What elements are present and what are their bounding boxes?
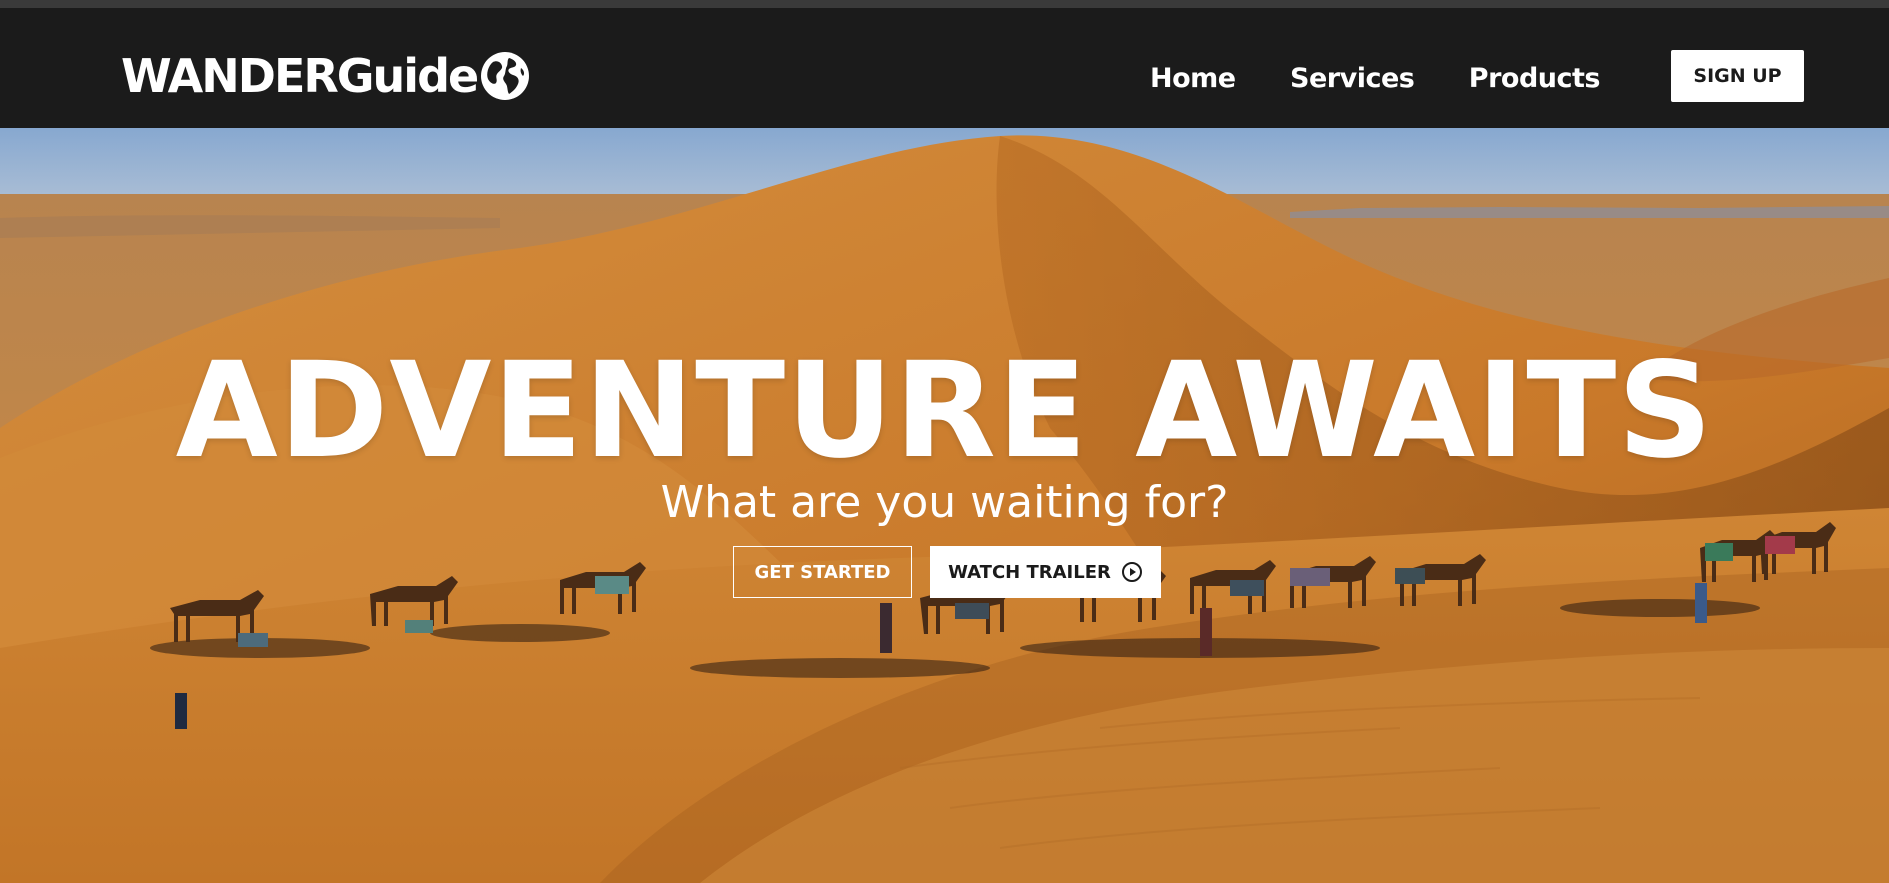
nav-services-link[interactable]: Services [1290, 63, 1415, 94]
navbar: WANDERGuide Home Services Products SIGN … [0, 8, 1889, 128]
signup-button[interactable]: SIGN UP [1671, 50, 1804, 102]
brand-logo[interactable]: WANDERGuide [121, 46, 531, 106]
hero-cta-group: GET STARTED WATCH TRAILER [733, 546, 1161, 598]
globe-icon [481, 52, 530, 100]
hero-title: ADVENTURE AWAITS [175, 334, 1714, 489]
browser-top-strip [0, 0, 1889, 8]
get-started-button[interactable]: GET STARTED [733, 546, 912, 598]
hero-section: ADVENTURE AWAITS What are you waiting fo… [0, 128, 1889, 883]
brand-name: WANDERGuide [121, 49, 479, 103]
watch-trailer-button[interactable]: WATCH TRAILER [930, 546, 1161, 598]
hero-subtitle: What are you waiting for? [660, 477, 1229, 528]
main-nav: Home Services Products [1150, 58, 1600, 98]
nav-products-link[interactable]: Products [1469, 63, 1601, 94]
play-circle-icon [1121, 562, 1142, 582]
watch-trailer-label: WATCH TRAILER [948, 561, 1111, 583]
nav-home-link[interactable]: Home [1150, 63, 1236, 94]
